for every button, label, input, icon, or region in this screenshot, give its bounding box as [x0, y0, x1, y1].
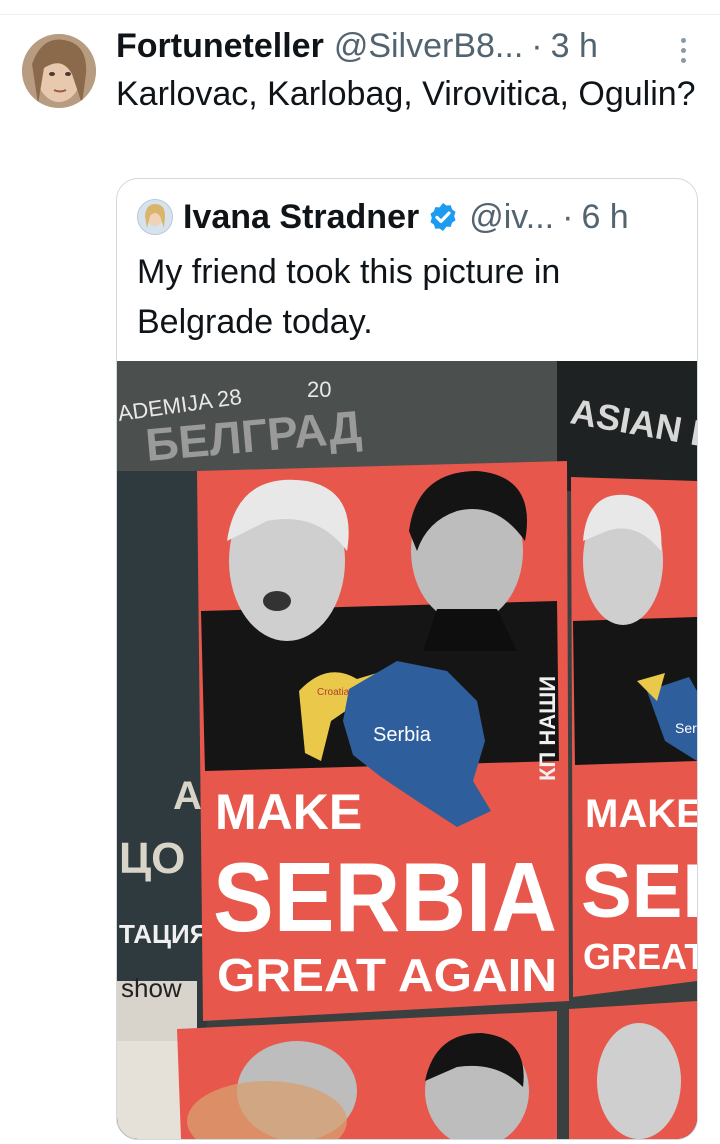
poster-slogan-line1: MAKE — [215, 784, 362, 840]
poster2-slogan-line3: GREAT A — [583, 936, 697, 977]
wall-text: ЦО — [119, 834, 185, 883]
wall-text: show — [121, 973, 182, 1003]
poster-slogan-line2: SERBIA — [213, 842, 557, 952]
tweet-time[interactable]: 3 h — [551, 27, 598, 66]
quoted-separator-dot: · — [562, 197, 574, 236]
poster2-slogan-line2: SER — [581, 849, 697, 934]
poster-side-text: КП НАШИ — [535, 676, 560, 781]
tweet-header: Fortuneteller @SilverB8... · 3 h — [116, 24, 680, 68]
quoted-avatar — [137, 199, 173, 235]
poster-main: Croatia Serbia КП НАШИ MAKE SERBIA GREAT… — [197, 461, 569, 1021]
wall-text: ТАЦИЯ — [119, 919, 208, 949]
quoted-author-name[interactable]: Ivana Stradner — [183, 198, 419, 237]
verified-badge-icon — [430, 203, 456, 231]
wall-text: A — [173, 774, 202, 818]
more-vertical-icon[interactable] — [670, 30, 696, 70]
quoted-tweet-text: My friend took this picture in Belgrade … — [137, 253, 561, 341]
author-name[interactable]: Fortuneteller — [116, 27, 324, 66]
tweet-text: Karlovac, Karlobag, Virovitica, Ogulin? — [116, 75, 696, 113]
tweet-photo[interactable]: ADEMIJA 28 20 БЕЛГРАД ASIAN DU ЦО ТАЦИЯ … — [117, 361, 697, 1139]
poster2-slogan-line1: MAKE — [585, 792, 697, 836]
separator-dot: · — [531, 26, 543, 65]
map-label-serbia: Serbia — [373, 724, 432, 746]
timeline-divider — [0, 0, 720, 15]
quoted-author-handle[interactable]: @iv... — [469, 198, 554, 237]
quoted-tweet-card[interactable]: Ivana Stradner @iv... · 6 h My friend to… — [116, 178, 698, 1140]
map-label-croatia: Croatia — [317, 687, 350, 698]
avatar-image — [22, 34, 96, 108]
poster-slogan-line3: GREAT AGAIN — [217, 949, 557, 1001]
wall-text: 20 — [307, 377, 331, 402]
poster-right: Serbi MAKE SER GREAT A — [571, 477, 697, 997]
map-label-serbia-cut: Serbi — [675, 720, 697, 736]
avatar[interactable] — [22, 34, 96, 108]
quoted-tweet-time[interactable]: 6 h — [581, 198, 628, 237]
quoted-tweet-header: Ivana Stradner @iv... · 6 h — [137, 195, 629, 239]
author-handle[interactable]: @SilverB8... — [334, 27, 523, 66]
